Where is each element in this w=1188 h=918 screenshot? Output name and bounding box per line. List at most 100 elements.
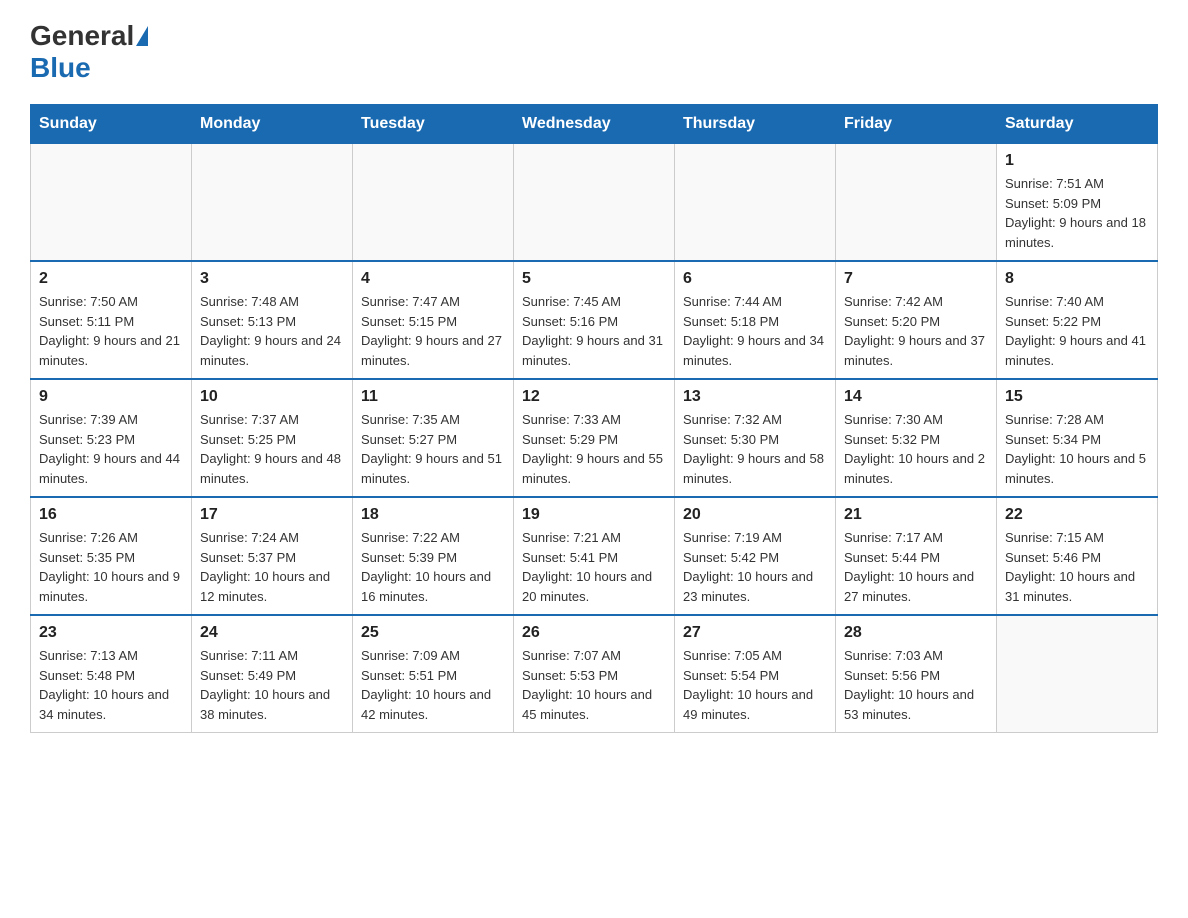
day-number: 3	[200, 270, 344, 288]
day-number: 4	[361, 270, 505, 288]
header-wednesday: Wednesday	[514, 105, 675, 144]
day-info: Sunrise: 7:33 AMSunset: 5:29 PMDaylight:…	[522, 410, 666, 488]
day-cell	[514, 144, 675, 262]
day-info: Sunrise: 7:48 AMSunset: 5:13 PMDaylight:…	[200, 292, 344, 370]
day-info: Sunrise: 7:24 AMSunset: 5:37 PMDaylight:…	[200, 528, 344, 606]
day-number: 14	[844, 388, 988, 406]
day-info: Sunrise: 7:32 AMSunset: 5:30 PMDaylight:…	[683, 410, 827, 488]
day-cell: 27 Sunrise: 7:05 AMSunset: 5:54 PMDayligh…	[675, 615, 836, 733]
day-cell	[353, 144, 514, 262]
day-cell: 18 Sunrise: 7:22 AMSunset: 5:39 PMDayligh…	[353, 497, 514, 615]
week-row-5: 23Sunrise: 7:13 AMSunset: 5:48 PMDayligh…	[31, 615, 1158, 733]
day-number: 26	[522, 624, 666, 642]
day-cell: 4 Sunrise: 7:47 AMSunset: 5:15 PMDaylight…	[353, 261, 514, 379]
day-info: Sunrise: 7:37 AMSunset: 5:25 PMDaylight:…	[200, 410, 344, 488]
day-number: 18	[361, 506, 505, 524]
day-cell	[675, 144, 836, 262]
day-info: Sunrise: 7:22 AMSunset: 5:39 PMDaylight:…	[361, 528, 505, 606]
day-cell: 15Sunrise: 7:28 AMSunset: 5:34 PMDayligh…	[997, 379, 1158, 497]
day-info: Sunrise: 7:21 AMSunset: 5:41 PMDaylight:…	[522, 528, 666, 606]
day-cell	[192, 144, 353, 262]
day-number: 12	[522, 388, 666, 406]
day-info: Sunrise: 7:47 AMSunset: 5:15 PMDaylight:…	[361, 292, 505, 370]
day-cell: 25 Sunrise: 7:09 AMSunset: 5:51 PMDayligh…	[353, 615, 514, 733]
day-cell: 7 Sunrise: 7:42 AMSunset: 5:20 PMDaylight…	[836, 261, 997, 379]
day-info: Sunrise: 7:28 AMSunset: 5:34 PMDaylight:…	[1005, 410, 1149, 488]
day-cell: 28 Sunrise: 7:03 AMSunset: 5:56 PMDayligh…	[836, 615, 997, 733]
day-cell: 26 Sunrise: 7:07 AMSunset: 5:53 PMDayligh…	[514, 615, 675, 733]
header-monday: Monday	[192, 105, 353, 144]
header-sunday: Sunday	[31, 105, 192, 144]
header-thursday: Thursday	[675, 105, 836, 144]
day-info: Sunrise: 7:07 AMSunset: 5:53 PMDaylight:…	[522, 646, 666, 724]
week-row-3: 9 Sunrise: 7:39 AMSunset: 5:23 PMDaylight…	[31, 379, 1158, 497]
day-number: 27	[683, 624, 827, 642]
day-number: 22	[1005, 506, 1149, 524]
day-cell	[836, 144, 997, 262]
day-info: Sunrise: 7:30 AMSunset: 5:32 PMDaylight:…	[844, 410, 988, 488]
day-info: Sunrise: 7:42 AMSunset: 5:20 PMDaylight:…	[844, 292, 988, 370]
day-cell: 1 Sunrise: 7:51 AMSunset: 5:09 PMDaylight…	[997, 144, 1158, 262]
week-row-2: 2 Sunrise: 7:50 AMSunset: 5:11 PMDaylight…	[31, 261, 1158, 379]
day-cell: 8 Sunrise: 7:40 AMSunset: 5:22 PMDaylight…	[997, 261, 1158, 379]
day-number: 16	[39, 506, 183, 524]
header-tuesday: Tuesday	[353, 105, 514, 144]
day-cell: 13Sunrise: 7:32 AMSunset: 5:30 PMDayligh…	[675, 379, 836, 497]
day-cell: 5 Sunrise: 7:45 AMSunset: 5:16 PMDaylight…	[514, 261, 675, 379]
day-number: 7	[844, 270, 988, 288]
day-info: Sunrise: 7:40 AMSunset: 5:22 PMDaylight:…	[1005, 292, 1149, 370]
day-number: 5	[522, 270, 666, 288]
day-cell: 10 Sunrise: 7:37 AMSunset: 5:25 PMDayligh…	[192, 379, 353, 497]
day-number: 10	[200, 388, 344, 406]
day-cell	[31, 144, 192, 262]
calendar-table: SundayMondayTuesdayWednesdayThursdayFrid…	[30, 104, 1158, 733]
day-info: Sunrise: 7:09 AMSunset: 5:51 PMDaylight:…	[361, 646, 505, 724]
day-cell: 17 Sunrise: 7:24 AMSunset: 5:37 PMDayligh…	[192, 497, 353, 615]
day-cell: 3 Sunrise: 7:48 AMSunset: 5:13 PMDaylight…	[192, 261, 353, 379]
day-info: Sunrise: 7:13 AMSunset: 5:48 PMDaylight:…	[39, 646, 183, 724]
day-cell: 21 Sunrise: 7:17 AMSunset: 5:44 PMDayligh…	[836, 497, 997, 615]
day-number: 21	[844, 506, 988, 524]
day-cell: 22 Sunrise: 7:15 AMSunset: 5:46 PMDayligh…	[997, 497, 1158, 615]
header-friday: Friday	[836, 105, 997, 144]
header: General Blue	[30, 20, 1158, 84]
day-number: 24	[200, 624, 344, 642]
day-number: 9	[39, 388, 183, 406]
day-cell: 16Sunrise: 7:26 AMSunset: 5:35 PMDayligh…	[31, 497, 192, 615]
day-cell: 12 Sunrise: 7:33 AMSunset: 5:29 PMDayligh…	[514, 379, 675, 497]
week-row-4: 16Sunrise: 7:26 AMSunset: 5:35 PMDayligh…	[31, 497, 1158, 615]
day-number: 2	[39, 270, 183, 288]
day-info: Sunrise: 7:45 AMSunset: 5:16 PMDaylight:…	[522, 292, 666, 370]
day-number: 20	[683, 506, 827, 524]
day-cell: 2 Sunrise: 7:50 AMSunset: 5:11 PMDaylight…	[31, 261, 192, 379]
day-cell: 24Sunrise: 7:11 AMSunset: 5:49 PMDayligh…	[192, 615, 353, 733]
logo: General Blue	[30, 20, 150, 84]
day-info: Sunrise: 7:03 AMSunset: 5:56 PMDaylight:…	[844, 646, 988, 724]
day-info: Sunrise: 7:05 AMSunset: 5:54 PMDaylight:…	[683, 646, 827, 724]
day-info: Sunrise: 7:44 AMSunset: 5:18 PMDaylight:…	[683, 292, 827, 370]
logo-blue-text: Blue	[30, 52, 91, 83]
day-cell: 23Sunrise: 7:13 AMSunset: 5:48 PMDayligh…	[31, 615, 192, 733]
day-number: 17	[200, 506, 344, 524]
day-info: Sunrise: 7:17 AMSunset: 5:44 PMDaylight:…	[844, 528, 988, 606]
day-number: 8	[1005, 270, 1149, 288]
day-cell: 11Sunrise: 7:35 AMSunset: 5:27 PMDayligh…	[353, 379, 514, 497]
day-cell: 9 Sunrise: 7:39 AMSunset: 5:23 PMDaylight…	[31, 379, 192, 497]
day-number: 11	[361, 388, 505, 406]
day-cell: 6Sunrise: 7:44 AMSunset: 5:18 PMDaylight…	[675, 261, 836, 379]
day-info: Sunrise: 7:51 AMSunset: 5:09 PMDaylight:…	[1005, 174, 1149, 252]
header-saturday: Saturday	[997, 105, 1158, 144]
week-row-1: 1 Sunrise: 7:51 AMSunset: 5:09 PMDaylight…	[31, 144, 1158, 262]
day-cell	[997, 615, 1158, 733]
day-cell: 20 Sunrise: 7:19 AMSunset: 5:42 PMDayligh…	[675, 497, 836, 615]
day-number: 28	[844, 624, 988, 642]
day-info: Sunrise: 7:50 AMSunset: 5:11 PMDaylight:…	[39, 292, 183, 370]
header-row: SundayMondayTuesdayWednesdayThursdayFrid…	[31, 105, 1158, 144]
day-number: 1	[1005, 152, 1149, 170]
day-info: Sunrise: 7:39 AMSunset: 5:23 PMDaylight:…	[39, 410, 183, 488]
day-cell: 14 Sunrise: 7:30 AMSunset: 5:32 PMDayligh…	[836, 379, 997, 497]
day-info: Sunrise: 7:15 AMSunset: 5:46 PMDaylight:…	[1005, 528, 1149, 606]
day-info: Sunrise: 7:19 AMSunset: 5:42 PMDaylight:…	[683, 528, 827, 606]
day-number: 19	[522, 506, 666, 524]
day-number: 25	[361, 624, 505, 642]
